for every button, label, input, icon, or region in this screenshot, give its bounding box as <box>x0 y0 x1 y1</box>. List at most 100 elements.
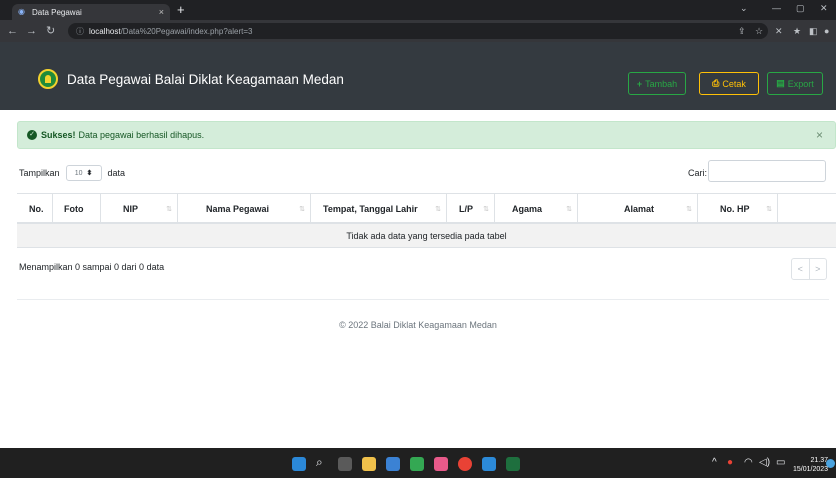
forward-icon[interactable]: → <box>26 24 37 38</box>
col-lp-label: L/P <box>459 203 474 214</box>
clock-date: 15/01/2023 <box>793 466 829 473</box>
tab-favicon-icon: ◉ <box>18 7 25 16</box>
app-icon[interactable] <box>434 457 448 471</box>
col-nama-pegawai[interactable]: Nama Pegawai ⇅ <box>178 194 311 223</box>
print-icon: ⎙ <box>712 78 720 88</box>
tray-chevron-icon[interactable]: ^ <box>712 457 717 468</box>
col-foto[interactable]: Foto <box>53 194 101 223</box>
browser-tab[interactable]: ◉ Data Pegawai × <box>12 4 170 20</box>
col-nohp-label: No. HP <box>720 203 750 214</box>
col-tempat-tanggal-lahir[interactable]: Tempat, Tanggal Lahir ⇅ <box>311 194 447 223</box>
check-circle-icon: ✓ <box>27 130 37 140</box>
alert-strong-text: Sukses! <box>41 130 76 140</box>
sort-icon: ⇅ <box>766 205 772 213</box>
search-input[interactable] <box>708 160 826 182</box>
vscode-icon[interactable] <box>482 457 496 471</box>
extension-icon[interactable]: ✕ <box>775 25 783 37</box>
browser-tab-bar: ◉ Data Pegawai × + ⌄ — ▢ ✕ <box>0 0 836 20</box>
extensions-puzzle-icon[interactable]: ★ <box>793 25 801 37</box>
navbar-brand[interactable]: Data Pegawai Balai Diklat Keagamaan Meda… <box>67 72 344 87</box>
sort-icon: ⇅ <box>566 205 572 213</box>
col-agama[interactable]: Agama ⇅ <box>495 194 578 223</box>
table-empty-row: Tidak ada data yang tersedia pada tabel <box>17 224 836 248</box>
address-bar[interactable]: ⓘ localhost/Data%20Pegawai/index.php?ale… <box>68 23 768 39</box>
tab-search-icon[interactable]: ⌄ <box>740 3 748 14</box>
taskbar-clock[interactable]: 21.37 15/01/2023 <box>793 456 828 474</box>
tray-app-icon[interactable]: ● <box>727 457 733 468</box>
col-ttl-label: Tempat, Tanggal Lahir <box>323 203 418 214</box>
entries-select[interactable]: 10 ⬍ <box>65 165 102 181</box>
notification-icon[interactable] <box>826 459 835 468</box>
cetak-button[interactable]: ⎙ Cetak <box>699 72 759 95</box>
previous-page-button[interactable]: < <box>792 259 809 279</box>
browser-toolbar: ← → ↻ ⓘ localhost/Data%20Pegawai/index.p… <box>0 20 836 42</box>
url-host: localhost <box>89 26 121 36</box>
tambah-button[interactable]: + Tambah <box>628 72 686 95</box>
chrome-icon[interactable] <box>458 457 472 471</box>
col-nama-label: Nama Pegawai <box>206 203 270 214</box>
col-alamat[interactable]: Alamat ⇅ <box>578 194 698 223</box>
excel-file-icon: ▤ <box>776 78 785 88</box>
col-nip[interactable]: NIP ⇅ <box>101 194 178 223</box>
volume-icon[interactable]: ◁) <box>759 457 770 468</box>
alert-close-icon[interactable]: × <box>816 129 823 141</box>
profile-avatar-icon[interactable]: ● <box>824 25 829 37</box>
new-tab-button[interactable]: + <box>177 3 185 17</box>
restore-icon[interactable]: ▢ <box>796 3 805 14</box>
minimize-icon[interactable]: — <box>772 3 781 13</box>
sort-icon: ⇅ <box>299 205 305 213</box>
export-button[interactable]: ▤ Export <box>767 72 823 95</box>
battery-icon[interactable]: ▭ <box>776 457 785 468</box>
sort-icon: ⇅ <box>686 205 692 213</box>
select-arrow-icon: ⬍ <box>86 170 93 177</box>
logo-icon <box>38 69 58 89</box>
table-info: Menampilkan 0 sampai 0 dari 0 data <box>19 262 165 272</box>
success-alert: ✓ Sukses! Data pegawai berhasil dihapus.… <box>17 121 836 149</box>
start-icon[interactable] <box>292 457 306 471</box>
sidepanel-icon[interactable]: ◧ <box>809 25 818 37</box>
tab-title: Data Pegawai <box>32 7 82 17</box>
back-icon[interactable]: ← <box>7 24 18 38</box>
length-suffix: data <box>107 168 126 178</box>
alert-message: Data pegawai berhasil dihapus. <box>78 130 205 140</box>
col-lp[interactable]: L/P ⇅ <box>447 194 495 223</box>
export-label: Export <box>787 78 814 89</box>
store-icon[interactable] <box>386 457 400 471</box>
col-agama-label: Agama <box>512 203 543 214</box>
plus-icon: + <box>636 78 643 89</box>
info-icon[interactable]: ⓘ <box>76 26 84 37</box>
clock-time: 21.37 <box>810 457 829 464</box>
xbox-icon[interactable] <box>410 457 424 471</box>
footer-text: © 2022 Balai Diklat Keagamaan Medan <box>339 320 497 330</box>
bookmark-star-icon[interactable]: ☆ <box>755 25 763 37</box>
pagination: < > <box>791 258 827 280</box>
excel-icon[interactable] <box>506 457 520 471</box>
col-alamat-label: Alamat <box>624 203 655 214</box>
cetak-label: Cetak <box>722 78 746 89</box>
entries-length-control: Tampilkan 10 ⬍ data <box>19 165 125 181</box>
col-no-label: No. <box>29 203 44 214</box>
length-prefix: Tampilkan <box>19 168 60 178</box>
col-foto-label: Foto <box>64 203 84 214</box>
footer-divider <box>17 299 829 300</box>
windows-taskbar: ⌕ ^ ● ◠ ◁) ▭ <box>0 448 836 478</box>
tab-close-icon[interactable]: × <box>159 7 164 17</box>
close-window-icon[interactable]: ✕ <box>820 3 828 14</box>
share-icon[interactable]: ⇪ <box>738 25 746 37</box>
url-path: /Data%20Pegawai/index.php?alert=3 <box>120 26 253 36</box>
wifi-icon[interactable]: ◠ <box>744 457 753 468</box>
sort-icon: ⇅ <box>435 205 441 213</box>
reload-icon[interactable]: ↻ <box>46 24 55 38</box>
next-page-button[interactable]: > <box>808 259 827 279</box>
app-navbar: Data Pegawai Balai Diklat Keagamaan Meda… <box>0 42 836 110</box>
sort-icon: ⇅ <box>166 205 172 213</box>
sort-icon: ⇅ <box>483 205 489 213</box>
task-view-icon[interactable] <box>338 457 352 471</box>
col-no-hp[interactable]: No. HP ⇅ <box>698 194 778 223</box>
tambah-label: Tambah <box>645 78 678 89</box>
col-nip-label: NIP <box>123 203 139 214</box>
file-explorer-icon[interactable] <box>362 457 376 471</box>
search-icon[interactable]: ⌕ <box>316 455 323 470</box>
search-label: Cari: <box>688 168 708 178</box>
col-no[interactable]: No. <box>17 194 53 223</box>
